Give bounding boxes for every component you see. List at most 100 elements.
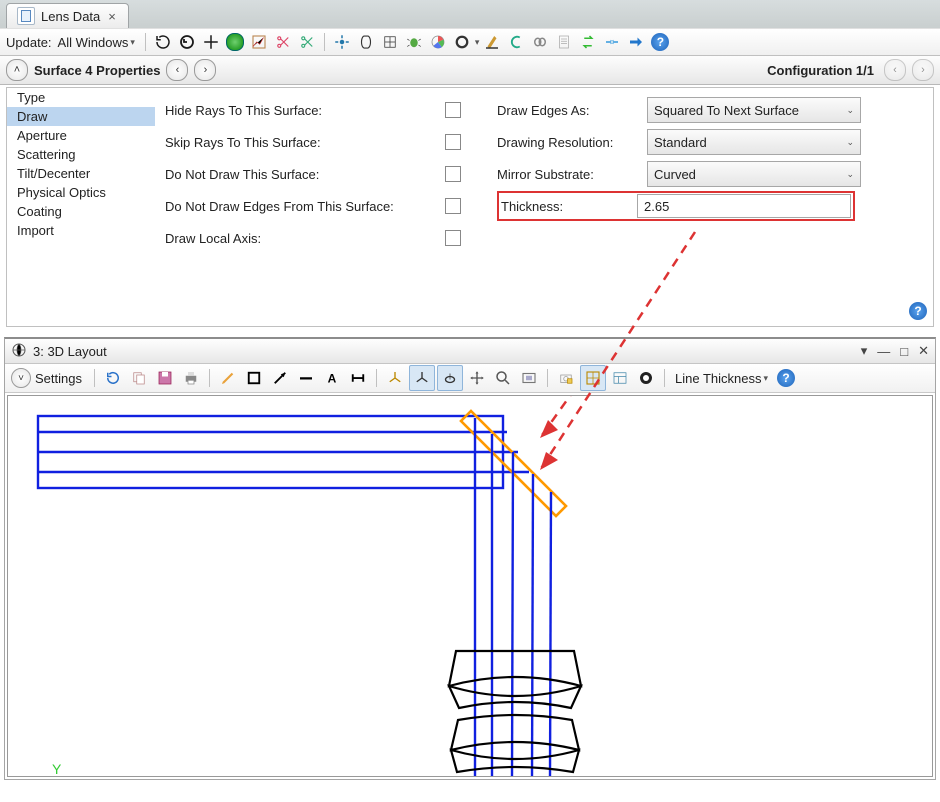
maximize-icon[interactable]: □	[900, 344, 908, 359]
sidebar-item-label: Tilt/Decenter	[17, 166, 90, 181]
sidebar-item-label: Scattering	[17, 147, 76, 162]
help-icon[interactable]: ?	[649, 31, 671, 53]
separator	[209, 369, 210, 387]
sidebar-item-label: Physical Optics	[17, 185, 106, 200]
separator	[94, 369, 95, 387]
sidebar-item-coating[interactable]: Coating	[7, 202, 155, 221]
sidebar-item-draw[interactable]: Draw	[7, 107, 155, 126]
line-thickness-dropdown[interactable]: Line Thickness ▾	[671, 371, 772, 386]
draw-edges-as-dropdown[interactable]: Squared To Next Surface ⌄	[647, 97, 861, 123]
save-icon[interactable]	[153, 366, 177, 390]
arrow-right-icon[interactable]	[625, 31, 647, 53]
mirror-substrate-dropdown[interactable]: Curved ⌄	[647, 161, 861, 187]
axes-3d-icon[interactable]	[383, 366, 407, 390]
tab-strip: Lens Data ×	[0, 0, 940, 28]
update-value: All Windows	[58, 35, 129, 50]
swap-icon[interactable]	[577, 31, 599, 53]
lens-profile-icon[interactable]	[355, 31, 377, 53]
help-icon[interactable]: ?	[774, 366, 798, 390]
layout-canvas[interactable]: Y	[7, 395, 933, 777]
prev-surface-button[interactable]: ‹	[166, 59, 188, 81]
surface-title: Surface 4 Properties	[34, 63, 160, 78]
hide-rays-label: Hide Rays To This Surface:	[165, 103, 435, 118]
sidebar-item-label: Coating	[17, 204, 62, 219]
axes-3d-alt-icon[interactable]	[409, 365, 435, 391]
prev-config-button[interactable]: ‹	[884, 59, 906, 81]
separator	[547, 369, 548, 387]
chart-icon[interactable]	[248, 31, 270, 53]
copy-icon[interactable]	[127, 366, 151, 390]
properties-panel: Type Draw Aperture Scattering Tilt/Decen…	[6, 87, 934, 327]
y-axis-label: Y	[52, 761, 62, 776]
drawing-resolution-dropdown[interactable]: Standard ⌄	[647, 129, 861, 155]
merge-arrows-icon[interactable]	[601, 31, 623, 53]
sidebar-item-tilt-decenter[interactable]: Tilt/Decenter	[7, 164, 155, 183]
separator	[376, 369, 377, 387]
update-dropdown[interactable]: All Windows ▾	[58, 35, 139, 50]
pencil-icon[interactable]	[216, 366, 240, 390]
document-icon	[17, 7, 35, 25]
sidebar-item-type[interactable]: Type	[7, 88, 155, 107]
layout-config-icon[interactable]	[608, 366, 632, 390]
text-a-icon[interactable]: A	[320, 366, 344, 390]
close-icon[interactable]: ✕	[918, 343, 929, 359]
draw-edges-as-label: Draw Edges As:	[497, 103, 637, 118]
move-icon[interactable]	[465, 366, 489, 390]
hide-rays-checkbox[interactable]	[445, 102, 461, 118]
next-surface-button[interactable]: ›	[194, 59, 216, 81]
minimize-icon[interactable]: —	[877, 344, 890, 359]
camera-lock-icon[interactable]	[554, 366, 578, 390]
ring-icon[interactable]	[451, 31, 473, 53]
chevron-down-icon[interactable]: ▾	[475, 37, 480, 48]
ray-bundle	[38, 416, 529, 488]
thickness-input[interactable]: 2.65	[637, 194, 851, 218]
dimension-icon[interactable]	[346, 366, 370, 390]
link-icon[interactable]	[529, 31, 551, 53]
target-dot-icon[interactable]	[331, 31, 353, 53]
thickness-label: Thickness:	[501, 199, 637, 214]
refresh-ccw-bold-icon[interactable]	[176, 31, 198, 53]
document-lines-icon[interactable]	[553, 31, 575, 53]
zoom-icon[interactable]	[491, 366, 515, 390]
print-icon[interactable]	[179, 366, 203, 390]
do-not-draw-surface-checkbox[interactable]	[445, 166, 461, 182]
grid-square-icon[interactable]	[379, 31, 401, 53]
sidebar-item-physical-optics[interactable]: Physical Optics	[7, 183, 155, 202]
tab-lens-data[interactable]: Lens Data ×	[6, 3, 129, 28]
globe-icon[interactable]	[224, 31, 246, 53]
close-icon[interactable]: ×	[106, 9, 118, 24]
main-toolbar: Update: All Windows ▾ ▾ ?	[0, 28, 940, 56]
quad-view-icon[interactable]	[580, 365, 606, 391]
sidebar-item-aperture[interactable]: Aperture	[7, 126, 155, 145]
fit-screen-icon[interactable]	[517, 366, 541, 390]
curve-c-icon[interactable]	[505, 31, 527, 53]
help-icon[interactable]: ?	[909, 302, 927, 320]
arrow-diag-icon[interactable]	[268, 366, 292, 390]
square-icon[interactable]	[242, 366, 266, 390]
dropdown-arrow-icon[interactable]: ▾	[861, 343, 868, 359]
draw-local-axis-checkbox[interactable]	[445, 230, 461, 246]
crosshair-icon[interactable]	[200, 31, 222, 53]
do-not-draw-edges-checkbox[interactable]	[445, 198, 461, 214]
sidebar-item-label: Aperture	[17, 128, 67, 143]
bug-icon[interactable]	[403, 31, 425, 53]
sidebar-item-import[interactable]: Import	[7, 221, 155, 240]
scissors-icon[interactable]	[272, 31, 294, 53]
chevron-down-icon: ⌄	[846, 137, 854, 148]
line-icon[interactable]	[294, 366, 318, 390]
layout-toolbar: ˅ Settings A	[5, 364, 935, 393]
target-ring-icon[interactable]	[634, 366, 658, 390]
marker-icon[interactable]	[481, 31, 503, 53]
chevron-down-icon: ▾	[130, 37, 135, 48]
settings-label: Settings	[35, 371, 82, 386]
rotate-view-icon[interactable]	[437, 365, 463, 391]
skip-rays-checkbox[interactable]	[445, 134, 461, 150]
color-wheel-icon[interactable]	[427, 31, 449, 53]
refresh-icon[interactable]	[101, 366, 125, 390]
sidebar-item-scattering[interactable]: Scattering	[7, 145, 155, 164]
settings-dropdown[interactable]: ˅ Settings	[11, 368, 88, 388]
scissors-alt-icon[interactable]	[296, 31, 318, 53]
next-config-button[interactable]: ›	[912, 59, 934, 81]
collapse-button[interactable]: ˄	[6, 59, 28, 81]
refresh-cw-icon[interactable]	[152, 31, 174, 53]
